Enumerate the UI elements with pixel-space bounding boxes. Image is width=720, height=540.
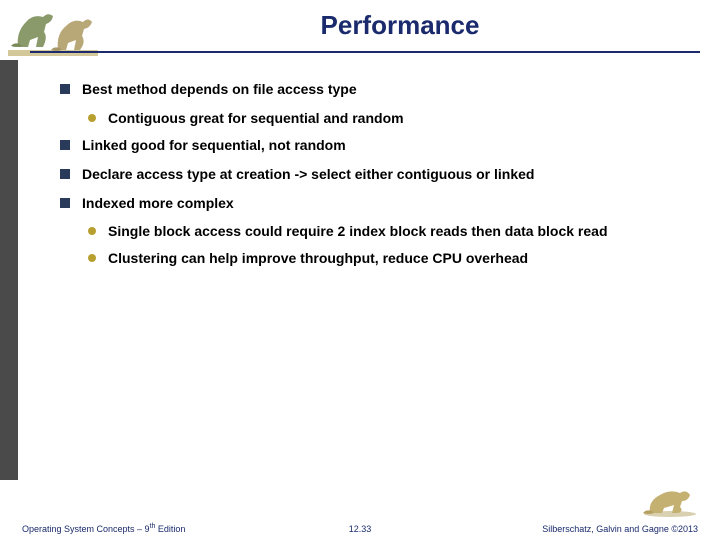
bullet-level1: Indexed more complex <box>60 194 690 213</box>
circle-bullet-icon <box>88 227 96 235</box>
bullet-text: Single block access could require 2 inde… <box>108 222 690 241</box>
dinosaur-logo-top <box>8 2 98 57</box>
square-bullet-icon <box>60 169 70 179</box>
bullet-level2: Clustering can help improve throughput, … <box>88 249 690 268</box>
circle-bullet-icon <box>88 114 96 122</box>
left-sidebar <box>0 60 18 480</box>
bullet-level1: Linked good for sequential, not random <box>60 136 690 155</box>
footer-left: Operating System Concepts – 9th Edition <box>22 523 185 534</box>
bullet-level2: Contiguous great for sequential and rand… <box>88 109 690 128</box>
title-underline <box>30 51 700 53</box>
footer-page-number: 12.33 <box>349 524 372 534</box>
slide-content: Best method depends on file access type … <box>60 80 690 276</box>
title-area: Performance <box>100 10 700 53</box>
bullet-text: Indexed more complex <box>82 194 690 213</box>
bullet-level1: Declare access type at creation -> selec… <box>60 165 690 184</box>
bullet-text: Best method depends on file access type <box>82 80 690 99</box>
dinosaur-logo-bottom <box>640 483 700 518</box>
bullet-text: Linked good for sequential, not random <box>82 136 690 155</box>
bullet-level1: Best method depends on file access type <box>60 80 690 99</box>
square-bullet-icon <box>60 140 70 150</box>
square-bullet-icon <box>60 198 70 208</box>
footer-book-title: Operating System Concepts – 9 <box>22 524 150 534</box>
bullet-text: Clustering can help improve throughput, … <box>108 249 690 268</box>
circle-bullet-icon <box>88 254 96 262</box>
footer-copyright: Silberschatz, Galvin and Gagne ©2013 <box>542 524 698 534</box>
footer-edition: Edition <box>155 524 185 534</box>
square-bullet-icon <box>60 84 70 94</box>
bullet-text: Contiguous great for sequential and rand… <box>108 109 690 128</box>
slide-title: Performance <box>100 10 700 47</box>
bullet-text: Declare access type at creation -> selec… <box>82 165 690 184</box>
bullet-level2: Single block access could require 2 inde… <box>88 222 690 241</box>
